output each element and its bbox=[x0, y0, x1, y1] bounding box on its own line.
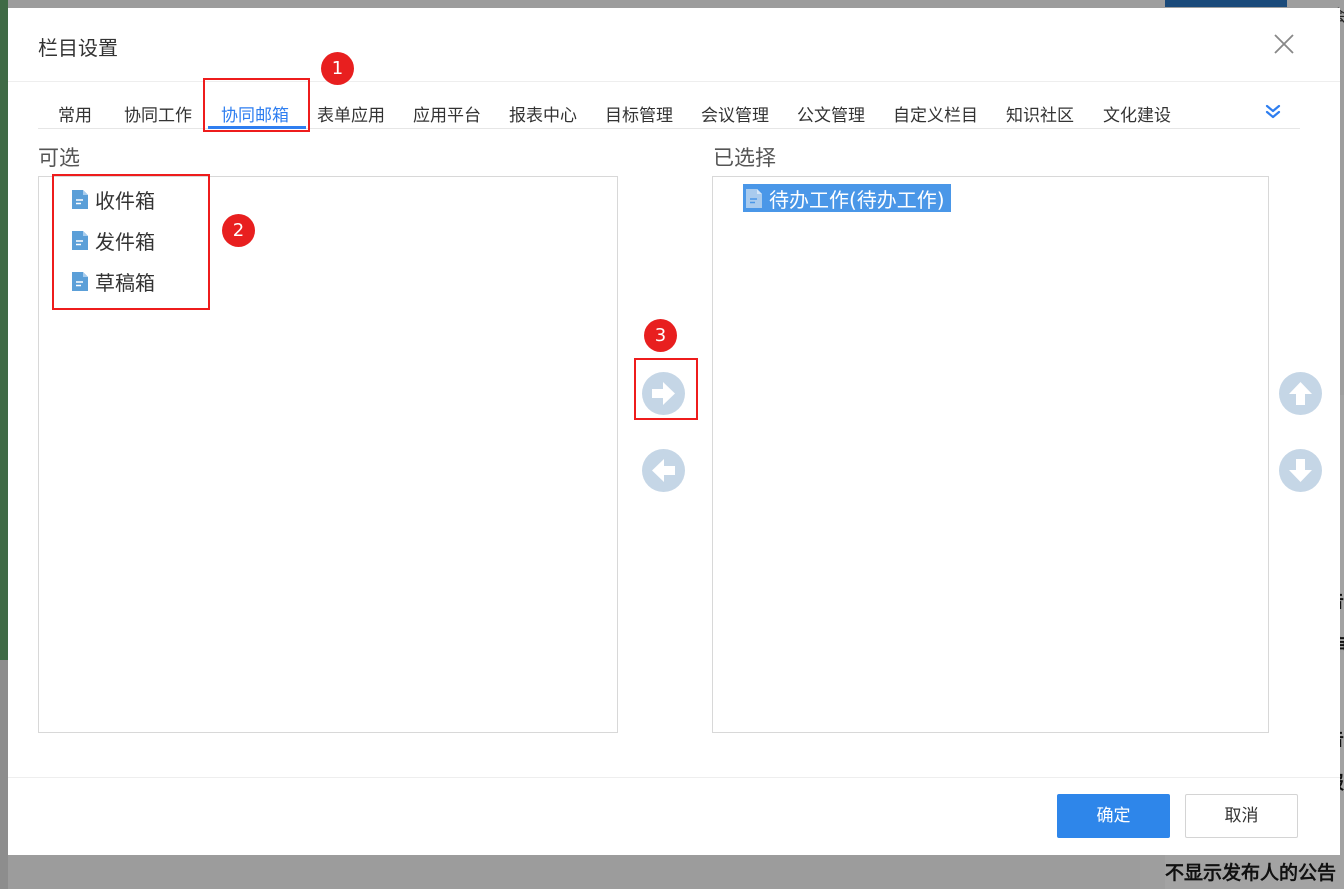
tab-app-platform[interactable]: 应用平台 bbox=[413, 101, 481, 126]
list-item[interactable]: 待办工作(待办工作) bbox=[743, 184, 951, 212]
annotation-badge-3: 3 bbox=[644, 319, 677, 352]
column-settings-dialog: 栏目设置 常用 协同工作 协同邮箱 表单应用 应用平台 报表中心 目标管理 会议… bbox=[8, 8, 1340, 855]
dialog-footer: 确定 取消 bbox=[8, 777, 1340, 855]
tab-form-apps[interactable]: 表单应用 bbox=[317, 101, 385, 126]
tab-collaboration[interactable]: 协同工作 bbox=[124, 101, 192, 126]
annotation-box-tab bbox=[203, 78, 310, 132]
annotation-box-items bbox=[52, 174, 210, 310]
document-icon bbox=[746, 188, 762, 208]
background-bottom-text: 不显示发布人的公告 bbox=[1165, 862, 1337, 884]
tab-common[interactable]: 常用 bbox=[58, 101, 92, 126]
arrow-down-icon[interactable] bbox=[1279, 449, 1322, 492]
background-left-lower bbox=[0, 660, 8, 889]
confirm-button[interactable]: 确定 bbox=[1057, 794, 1170, 838]
cancel-button[interactable]: 取消 bbox=[1185, 794, 1298, 838]
dialog-title: 栏目设置 bbox=[38, 36, 118, 60]
tab-document-management[interactable]: 公文管理 bbox=[797, 101, 865, 126]
arrow-up-icon[interactable] bbox=[1279, 372, 1322, 415]
annotation-badge-1: 1 bbox=[321, 52, 354, 85]
close-icon[interactable] bbox=[1272, 32, 1296, 56]
tab-meeting-management[interactable]: 会议管理 bbox=[701, 101, 769, 126]
double-chevron-down-icon[interactable] bbox=[1263, 102, 1283, 122]
background-left-strip bbox=[0, 0, 8, 660]
tab-goal-management[interactable]: 目标管理 bbox=[605, 101, 673, 126]
arrow-left-icon[interactable] bbox=[642, 449, 685, 492]
selected-label: 已选择 bbox=[713, 146, 776, 170]
tab-report-center[interactable]: 报表中心 bbox=[509, 101, 577, 126]
dialog-header: 栏目设置 bbox=[8, 8, 1340, 82]
annotation-badge-2: 2 bbox=[222, 214, 255, 247]
tab-custom-columns[interactable]: 自定义栏目 bbox=[893, 101, 978, 126]
selected-list: 待办工作(待办工作) bbox=[712, 176, 1269, 733]
tab-knowledge-community[interactable]: 知识社区 bbox=[1006, 101, 1074, 126]
annotation-box-add bbox=[634, 358, 698, 420]
list-item-label: 待办工作(待办工作) bbox=[769, 187, 945, 212]
tab-culture[interactable]: 文化建设 bbox=[1103, 101, 1171, 126]
background-blue-bar bbox=[1165, 0, 1287, 7]
available-label: 可选 bbox=[38, 146, 80, 170]
